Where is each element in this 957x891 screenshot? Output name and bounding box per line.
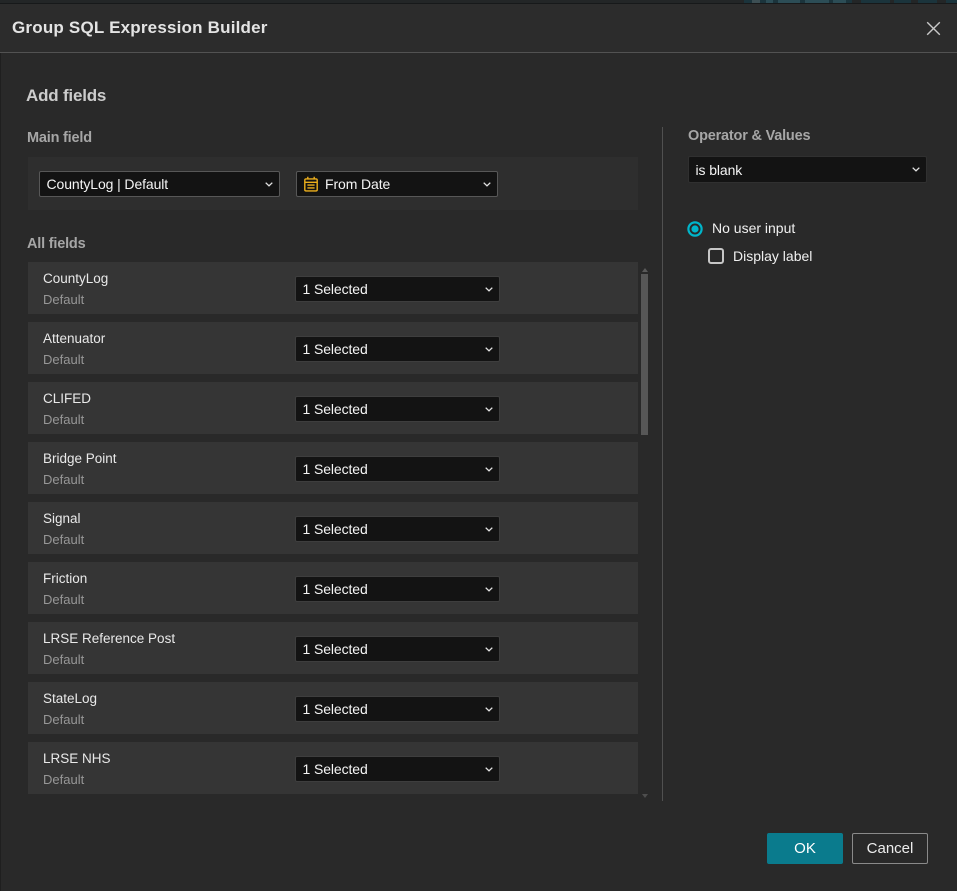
chevron-down-icon (485, 767, 493, 772)
field-subtitle: Default (43, 772, 84, 787)
field-name: Attenuator (43, 331, 105, 346)
field-selection-value: 1 Selected (303, 277, 368, 301)
background-ui-fragment (918, 0, 937, 4)
scrollbar-down-arrow-icon[interactable] (642, 794, 648, 798)
field-row: LRSE NHS Default 1 Selected (28, 742, 638, 794)
field-subtitle: Default (43, 712, 84, 727)
calendar-date-icon (303, 176, 319, 192)
field-selection-select[interactable]: 1 Selected (295, 276, 500, 302)
background-app-strip (0, 0, 957, 4)
background-ui-fragment (861, 0, 890, 4)
field-selection-select[interactable]: 1 Selected (295, 516, 500, 542)
background-ui-fragment (833, 0, 846, 4)
chevron-down-icon (485, 707, 493, 712)
operator-select-value: is blank (696, 157, 743, 182)
dialog-titlebar: Group SQL Expression Builder (0, 4, 957, 53)
field-selection-select[interactable]: 1 Selected (295, 576, 500, 602)
radio-selected-icon[interactable] (687, 221, 703, 237)
main-field-select[interactable]: From Date (296, 171, 498, 197)
operator-select[interactable]: is blank (688, 156, 927, 183)
layer-select[interactable]: CountyLog | Default (39, 171, 280, 197)
field-row: Attenuator Default 1 Selected (28, 322, 638, 374)
field-selection-select[interactable]: 1 Selected (295, 456, 500, 482)
field-name: CountyLog (43, 271, 108, 286)
field-selection-select[interactable]: 1 Selected (295, 636, 500, 662)
field-row: Signal Default 1 Selected (28, 502, 638, 554)
operator-values-label: Operator & Values (688, 128, 810, 144)
add-fields-heading: Add fields (26, 86, 106, 106)
chevron-down-icon (485, 467, 493, 472)
field-subtitle: Default (43, 292, 84, 307)
field-name: CLIFED (43, 391, 91, 406)
field-row: CountyLog Default 1 Selected (28, 262, 638, 314)
all-fields-label: All fields (27, 236, 85, 252)
field-subtitle: Default (43, 532, 84, 547)
field-selection-select[interactable]: 1 Selected (295, 396, 500, 422)
layer-select-value: CountyLog | Default (47, 172, 169, 196)
cancel-button[interactable]: Cancel (852, 833, 928, 864)
chevron-down-icon (485, 287, 493, 292)
field-selection-value: 1 Selected (303, 517, 368, 541)
field-name: LRSE Reference Post (43, 631, 175, 646)
field-selection-select[interactable]: 1 Selected (295, 756, 500, 782)
display-label-text: Display label (733, 248, 812, 264)
field-row: LRSE Reference Post Default 1 Selected (28, 622, 638, 674)
chevron-down-icon (485, 587, 493, 592)
field-selection-value: 1 Selected (303, 457, 368, 481)
vertical-divider (662, 127, 663, 801)
scrollbar-thumb[interactable] (641, 274, 648, 435)
field-subtitle: Default (43, 592, 84, 607)
field-subtitle: Default (43, 412, 84, 427)
field-name: Friction (43, 571, 87, 586)
field-selection-value: 1 Selected (303, 637, 368, 661)
main-field-label: Main field (27, 130, 92, 146)
field-subtitle: Default (43, 652, 84, 667)
field-selection-value: 1 Selected (303, 397, 368, 421)
checkbox-unchecked-icon[interactable] (708, 248, 724, 264)
field-row: CLIFED Default 1 Selected (28, 382, 638, 434)
background-ui-fragment (766, 0, 773, 4)
chevron-down-icon (485, 527, 493, 532)
ok-button[interactable]: OK (767, 833, 843, 864)
no-user-input-label: No user input (712, 220, 795, 236)
background-ui-fragment (894, 0, 911, 4)
field-name: StateLog (43, 691, 97, 706)
field-name: Bridge Point (43, 451, 117, 466)
dialog-title: Group SQL Expression Builder (12, 4, 268, 53)
field-row: StateLog Default 1 Selected (28, 682, 638, 734)
field-row: Friction Default 1 Selected (28, 562, 638, 614)
chevron-down-icon (265, 182, 273, 187)
background-ui-fragment (805, 0, 829, 4)
main-field-select-value: From Date (325, 172, 390, 196)
field-selection-value: 1 Selected (303, 337, 368, 361)
chevron-down-icon (485, 407, 493, 412)
close-icon[interactable] (926, 21, 941, 36)
field-subtitle: Default (43, 472, 84, 487)
group-sql-expression-builder-dialog: Group SQL Expression Builder Add fields … (0, 4, 957, 891)
main-field-panel: CountyLog | Default From Date (28, 157, 638, 210)
field-selection-value: 1 Selected (303, 577, 368, 601)
field-selection-value: 1 Selected (303, 697, 368, 721)
chevron-down-icon (912, 167, 920, 172)
field-name: Signal (43, 511, 81, 526)
chevron-down-icon (483, 182, 491, 187)
field-row: Bridge Point Default 1 Selected (28, 442, 638, 494)
background-ui-fragment (752, 0, 760, 4)
field-name: LRSE NHS (43, 751, 111, 766)
field-selection-select[interactable]: 1 Selected (295, 696, 500, 722)
chevron-down-icon (485, 347, 493, 352)
background-ui-fragment (946, 0, 957, 4)
background-ui-fragment (778, 0, 800, 4)
field-selection-value: 1 Selected (303, 757, 368, 781)
field-selection-select[interactable]: 1 Selected (295, 336, 500, 362)
field-subtitle: Default (43, 352, 84, 367)
scrollbar-up-arrow-icon[interactable] (642, 268, 648, 272)
chevron-down-icon (485, 647, 493, 652)
